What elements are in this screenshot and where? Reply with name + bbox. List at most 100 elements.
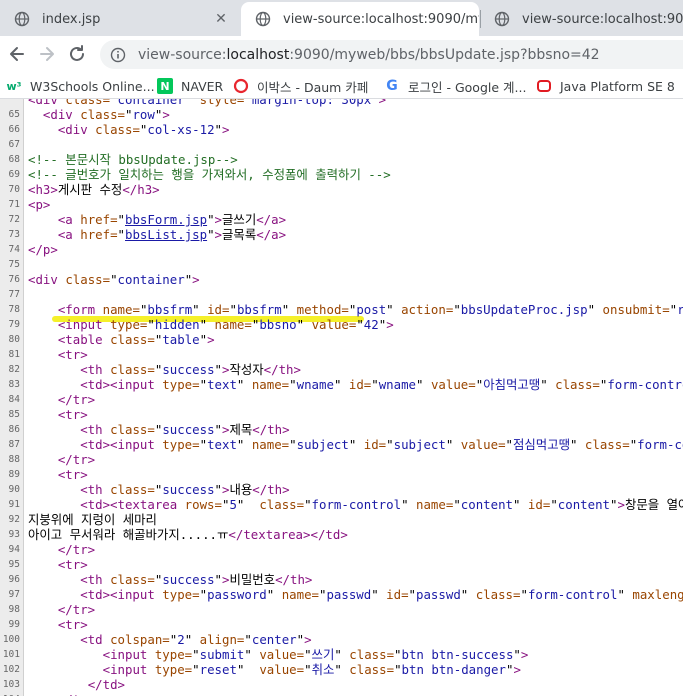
line-code: <input type="reset" value="취소" class="bt…: [102, 662, 521, 677]
tab-title: index.jsp: [42, 11, 101, 27]
line-number: 88: [8, 454, 20, 465]
back-arrow-icon[interactable]: [6, 43, 28, 65]
source-line: <div class="container" style="margin-top…: [0, 99, 683, 107]
reload-icon[interactable]: [66, 43, 88, 65]
bookmark-w3schools[interactable]: w³ W3Schools Online...: [6, 76, 155, 96]
source-line: 91 <td><textarea rows="5" class="form-co…: [0, 497, 683, 512]
line-number: 75: [8, 259, 20, 270]
naver-icon: N: [157, 78, 173, 94]
line-number: 78: [8, 304, 20, 315]
source-line: 72 <a href="bbsForm.jsp">글쓰기</a>: [0, 212, 683, 227]
line-code: </tr>: [28, 692, 95, 696]
line-code: <!-- 본문시작 bbsUpdate.jsp-->: [28, 152, 238, 167]
source-line: 86 <th class="success">제목</th>: [0, 422, 683, 437]
line-code: 아이고 무서워라 해골바가지.....ㅠ</textarea></td>: [28, 527, 348, 542]
line-code: </p>: [28, 242, 58, 257]
source-line: 65 <div class="row">: [0, 107, 683, 122]
source-line: 77: [0, 287, 683, 302]
tab-title: view-source:localhost:9090/myw: [522, 11, 683, 27]
line-code: <p>: [28, 197, 51, 212]
forward-arrow-icon[interactable]: [36, 43, 58, 65]
line-number: 76: [8, 274, 20, 285]
line-number: 65: [8, 109, 20, 120]
bookmark-label: NAVER: [181, 78, 224, 94]
line-number: 89: [8, 469, 20, 480]
line-number: 71: [8, 199, 20, 210]
line-code: <input type="submit" value="쓰기" class="b…: [102, 647, 529, 662]
source-line: 78 <form name="bbsfrm" id="bbsfrm" metho…: [0, 302, 683, 317]
tab-title: view-source:localhost:9090/myw: [283, 11, 479, 27]
line-number: 81: [8, 349, 20, 360]
toolbar: view-source: localhost:9090/myweb/bbs/bbs…: [0, 36, 683, 73]
source-line: 82 <th class="success">작성자</th>: [0, 362, 683, 377]
line-number: 67: [8, 139, 20, 150]
line-number: 85: [8, 409, 20, 420]
source-line: 94 </tr>: [0, 542, 683, 557]
tab-view-source[interactable]: view-source:localhost:9090/myw: [480, 2, 683, 36]
source-line: 103 </td>: [0, 677, 683, 692]
line-code: </td>: [87, 677, 125, 692]
line-number: 84: [8, 394, 20, 405]
source-line: 96 <th class="success">비밀번호</th>: [0, 572, 683, 587]
tab-view-source-active[interactable]: view-source:localhost:9090/myw: [241, 2, 479, 36]
line-code: <td><input type="text" name="wname" id="…: [80, 377, 683, 392]
source-view[interactable]: <div class="container" style="margin-top…: [0, 99, 683, 696]
source-line: 102 <input type="reset" value="취소" class…: [0, 662, 683, 677]
source-line: 76 <div class="container">: [0, 272, 683, 287]
info-icon[interactable]: [110, 47, 126, 63]
line-code: <div class="row">: [42, 107, 170, 122]
line-number: 100: [2, 634, 20, 645]
line-code: <!-- 글번호가 일치하는 행을 가져와서, 수정폼에 출력하기 -->: [28, 167, 391, 182]
source-line: 70 <h3>게시판 수정</h3>: [0, 182, 683, 197]
line-number: 72: [8, 214, 20, 225]
source-line: 87 <td><input type="text" name="subject"…: [0, 437, 683, 452]
line-number: 91: [8, 499, 20, 510]
source-line: 84 </tr>: [0, 392, 683, 407]
line-code: <td><input type="password" name="passwd"…: [80, 587, 683, 602]
globe-icon: [14, 11, 30, 27]
bookmark-label: W3Schools Online...: [30, 78, 155, 94]
google-icon: G: [386, 78, 398, 94]
source-line: 66 <div class="col-xs-12">: [0, 122, 683, 137]
source-line: 81 <tr>: [0, 347, 683, 362]
line-number: 94: [8, 544, 20, 555]
line-number: 99: [8, 619, 20, 630]
line-code: 지붕위에 지렁이 세마리: [28, 512, 157, 527]
line-number: 87: [8, 439, 20, 450]
line-code: <tr>: [57, 347, 88, 362]
w3schools-icon: w³: [6, 79, 22, 93]
line-code: <td colspan="2" align="center">: [80, 632, 312, 647]
bookmark-daum[interactable]: 이박스 - Daum 카페: [233, 76, 368, 96]
source-line: 79 <input type="hidden" name="bbsno" val…: [0, 317, 683, 332]
tab-index[interactable]: index.jsp ✕: [0, 2, 238, 36]
line-code: </tr>: [57, 542, 96, 557]
line-number: 69: [8, 169, 20, 180]
close-icon[interactable]: ✕: [214, 12, 228, 26]
source-line: 75: [0, 257, 683, 272]
line-number: 83: [8, 379, 20, 390]
line-code: <th class="success">내용</th>: [80, 482, 290, 497]
source-line: 67: [0, 137, 683, 152]
line-number: 70: [8, 184, 20, 195]
bookmarks-bar: w³ W3Schools Online... N NAVER 이박스 - Dau…: [0, 73, 683, 99]
bookmark-naver[interactable]: N NAVER: [157, 76, 223, 96]
line-number: 97: [8, 589, 20, 600]
source-line: 71 <p>: [0, 197, 683, 212]
source-line: 74 </p>: [0, 242, 683, 257]
source-line: 90 <th class="success">내용</th>: [0, 482, 683, 497]
address-bar[interactable]: view-source: localhost:9090/myweb/bbs/bbs…: [100, 40, 683, 69]
source-line: 101 <input type="submit" value="쓰기" clas…: [0, 647, 683, 662]
line-code: </tr>: [57, 602, 96, 617]
line-code: <tr>: [57, 407, 88, 422]
line-number: 104: [0, 692, 20, 696]
line-code: <tr>: [57, 557, 88, 572]
bookmark-label: 로그인 - Google 계...: [408, 79, 527, 95]
source-line: 92 지붕위에 지렁이 세마리: [0, 512, 683, 527]
line-code: <tr>: [57, 617, 88, 632]
bookmark-google[interactable]: G 로그인 - Google 계...: [384, 76, 526, 96]
java-icon: [536, 78, 552, 94]
source-line: 99 <tr>: [0, 617, 683, 632]
url-host: localhost: [226, 46, 290, 63]
line-code: <form name="bbsfrm" id="bbsfrm" method="…: [57, 302, 683, 317]
bookmark-java[interactable]: Java Platform SE 8: [536, 76, 675, 96]
